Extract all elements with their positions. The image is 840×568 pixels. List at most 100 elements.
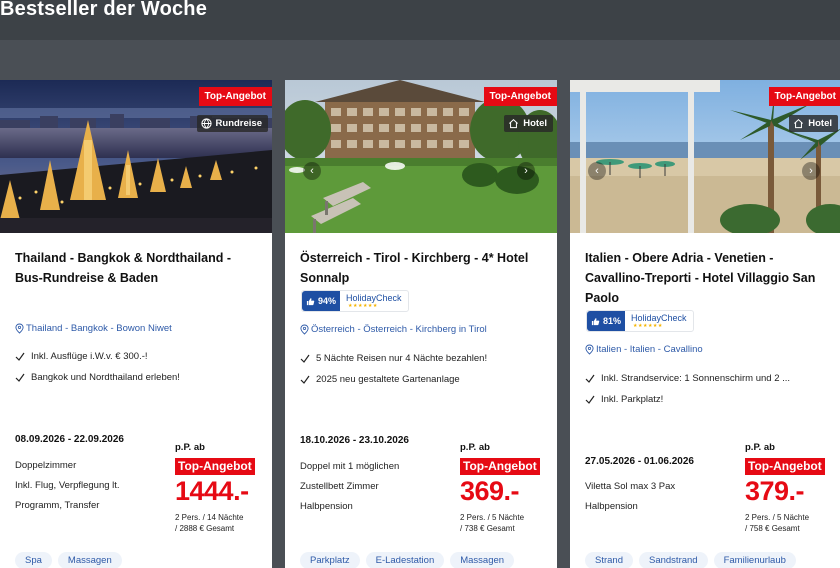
trip-type-label: Hotel (808, 118, 832, 129)
price-note-total: / 758 € Gesamt (745, 524, 800, 533)
offer-title[interactable]: Italien - Obere Adria - Venetien - Caval… (585, 248, 830, 308)
offer-location[interactable]: Österreich - Österreich - Kirchberg in T… (300, 324, 487, 335)
next-image-arrow[interactable]: › (802, 162, 820, 180)
offer-image-thailand[interactable]: Top-Angebot Rundreise (0, 80, 272, 233)
thumbs-up-icon (306, 297, 315, 305)
travel-dates: 18.10.2026 - 23.10.2026 (300, 435, 409, 446)
trip-type-label: Hotel (523, 118, 547, 129)
price-note-persons: 2 Pers. / 5 Nächte (745, 513, 810, 522)
board-info-cont: Programm, Transfer (15, 500, 100, 511)
feature-item: 5 Nächte Reisen nur 4 Nächte bezahlen! (300, 348, 487, 369)
location-text: Österreich - Österreich - Kirchberg in T… (311, 324, 487, 335)
travel-dates: 27.05.2026 - 01.06.2026 (585, 456, 694, 467)
price-note: 2 Pers. / 14 Nächte / 2888 € Gesamt (175, 512, 243, 534)
checkmark-icon (300, 354, 310, 363)
tag-parkplatz[interactable]: Parkplatz (300, 552, 360, 568)
board-info: Halbpension (585, 501, 638, 512)
feature-list: 5 Nächte Reisen nur 4 Nächte bezahlen! 2… (300, 348, 487, 390)
rating-stars: ★★★★★★ (633, 323, 663, 329)
room-type-cont: Zustellbett Zimmer (300, 481, 379, 492)
top-offer-badge: Top-Angebot (483, 87, 557, 106)
tag-massagen[interactable]: Massagen (450, 552, 515, 568)
price-prefix: p.P. ab (460, 442, 490, 453)
holidaycheck-rating[interactable]: 94% HolidayCheck ★★★★★★ (301, 290, 409, 312)
checkmark-icon (585, 395, 595, 404)
tag-list: Strand Sandstrand Familienurlaub (585, 552, 796, 568)
price-top-offer-badge: Top-Angebot (175, 458, 255, 475)
room-type: Doppelzimmer (15, 460, 77, 471)
checkmark-icon (300, 375, 310, 384)
offer-card-sonnalp[interactable]: Top-Angebot Hotel ‹ › Österreich - Tirol… (285, 80, 557, 568)
price-prefix: p.P. ab (745, 442, 775, 453)
holidaycheck-rating[interactable]: 81% HolidayCheck ★★★★★★ (586, 310, 694, 332)
offer-location[interactable]: Thailand - Bangkok - Bowon Niwet (15, 323, 172, 334)
room-type: Doppel mit 1 möglichen (300, 461, 400, 472)
offer-location[interactable]: Italien - Italien - Cavallino (585, 344, 703, 355)
offer-card-thailand[interactable]: Top-Angebot Rundreise Thailand - Bangkok… (0, 80, 272, 568)
feature-item: Bangkok und Nordthailand erleben! (15, 367, 180, 388)
tag-strand[interactable]: Strand (585, 552, 633, 568)
next-image-arrow[interactable]: › (517, 162, 535, 180)
price-value: 379.- (745, 476, 805, 506)
trip-type-badge: Hotel (789, 115, 838, 132)
tag-familienurlaub[interactable]: Familienurlaub (713, 552, 796, 568)
price-note: 2 Pers. / 5 Nächte / 738 € Gesamt (460, 512, 524, 534)
tag-list: Spa Massagen (15, 552, 122, 568)
tag-sandstrand[interactable]: Sandstrand (639, 552, 708, 568)
price-note: 2 Pers. / 5 Nächte / 758 € Gesamt (745, 512, 809, 534)
location-text: Thailand - Bangkok - Bowon Niwet (26, 323, 172, 334)
checkmark-icon (15, 373, 25, 382)
offer-details: Doppel mit 1 möglichen Zustellbett Zimme… (300, 457, 399, 517)
offer-details: Doppelzimmer Inkl. Flug, Verpflegung lt.… (15, 456, 120, 516)
prev-image-arrow[interactable]: ‹ (588, 162, 606, 180)
board-info: Inkl. Flug, Verpflegung lt. (15, 480, 120, 491)
offer-image-san-paolo[interactable]: Top-Angebot Hotel ‹ › (570, 80, 840, 233)
offer-image-sonnalp[interactable]: Top-Angebot Hotel ‹ › (285, 80, 557, 233)
top-offer-badge: Top-Angebot (768, 87, 840, 106)
price-note-persons: 2 Pers. / 14 Nächte (175, 513, 244, 522)
tag-massagen[interactable]: Massagen (57, 552, 122, 568)
price-note-persons: 2 Pers. / 5 Nächte (460, 513, 525, 522)
trip-type-badge: Rundreise (196, 115, 268, 132)
offer-details: Viletta Sol max 3 Pax Halbpension (585, 477, 675, 517)
price-value: 1444.- (175, 476, 249, 506)
trip-type-label: Rundreise (215, 118, 262, 129)
rating-stars: ★★★★★★ (348, 303, 378, 309)
room-type: Viletta Sol max 3 Pax (585, 481, 676, 492)
price-note-total: / 2888 € Gesamt (175, 524, 235, 533)
location-pin-icon (585, 344, 594, 355)
price-prefix: p.P. ab (175, 442, 205, 453)
section-title: Bestseller der Woche (0, 0, 208, 20)
tag-list: Parkplatz E-Ladestation Massagen (300, 552, 515, 568)
feature-item: 2025 neu gestaltete Gartenanlage (300, 369, 487, 390)
holidaycheck-logo: HolidayCheck (346, 292, 402, 303)
trip-type-badge: Hotel (504, 115, 553, 132)
top-offer-badge: Top-Angebot (198, 87, 272, 106)
rating-score: 81% (587, 311, 626, 331)
board-info: Halbpension (300, 501, 353, 512)
offer-card-san-paolo[interactable]: Top-Angebot Hotel ‹ › Italien - Obere Ad… (570, 80, 840, 568)
rating-score: 94% (302, 291, 341, 311)
feature-item: Inkl. Strandservice: 1 Sonnenschirm und … (585, 368, 790, 389)
location-pin-icon (300, 324, 309, 335)
travel-dates: 08.09.2026 - 22.09.2026 (15, 434, 124, 445)
thumbs-up-icon (591, 317, 600, 325)
feature-item: Inkl. Parkplatz! (585, 389, 790, 410)
checkmark-icon (15, 352, 25, 361)
tag-e-ladestation[interactable]: E-Ladestation (365, 552, 445, 568)
holidaycheck-logo: HolidayCheck (631, 312, 687, 323)
price-note-total: / 738 € Gesamt (460, 524, 515, 533)
price-top-offer-badge: Top-Angebot (745, 458, 825, 475)
tag-spa[interactable]: Spa (15, 552, 52, 568)
location-pin-icon (15, 323, 24, 334)
globe-icon (200, 118, 212, 129)
prev-image-arrow[interactable]: ‹ (303, 162, 321, 180)
offer-title[interactable]: Thailand - Bangkok & Nordthailand - Bus-… (15, 248, 260, 288)
feature-list: Inkl. Strandservice: 1 Sonnenschirm und … (585, 368, 790, 410)
location-text: Italien - Italien - Cavallino (596, 344, 703, 355)
feature-list: Inkl. Ausflüge i.W.v. € 300.-! Bangkok u… (15, 346, 180, 388)
offer-title[interactable]: Österreich - Tirol - Kirchberg - 4* Hote… (300, 248, 545, 288)
price-value: 369.- (460, 476, 520, 506)
house-icon (794, 118, 804, 129)
feature-item: Inkl. Ausflüge i.W.v. € 300.-! (15, 346, 180, 367)
